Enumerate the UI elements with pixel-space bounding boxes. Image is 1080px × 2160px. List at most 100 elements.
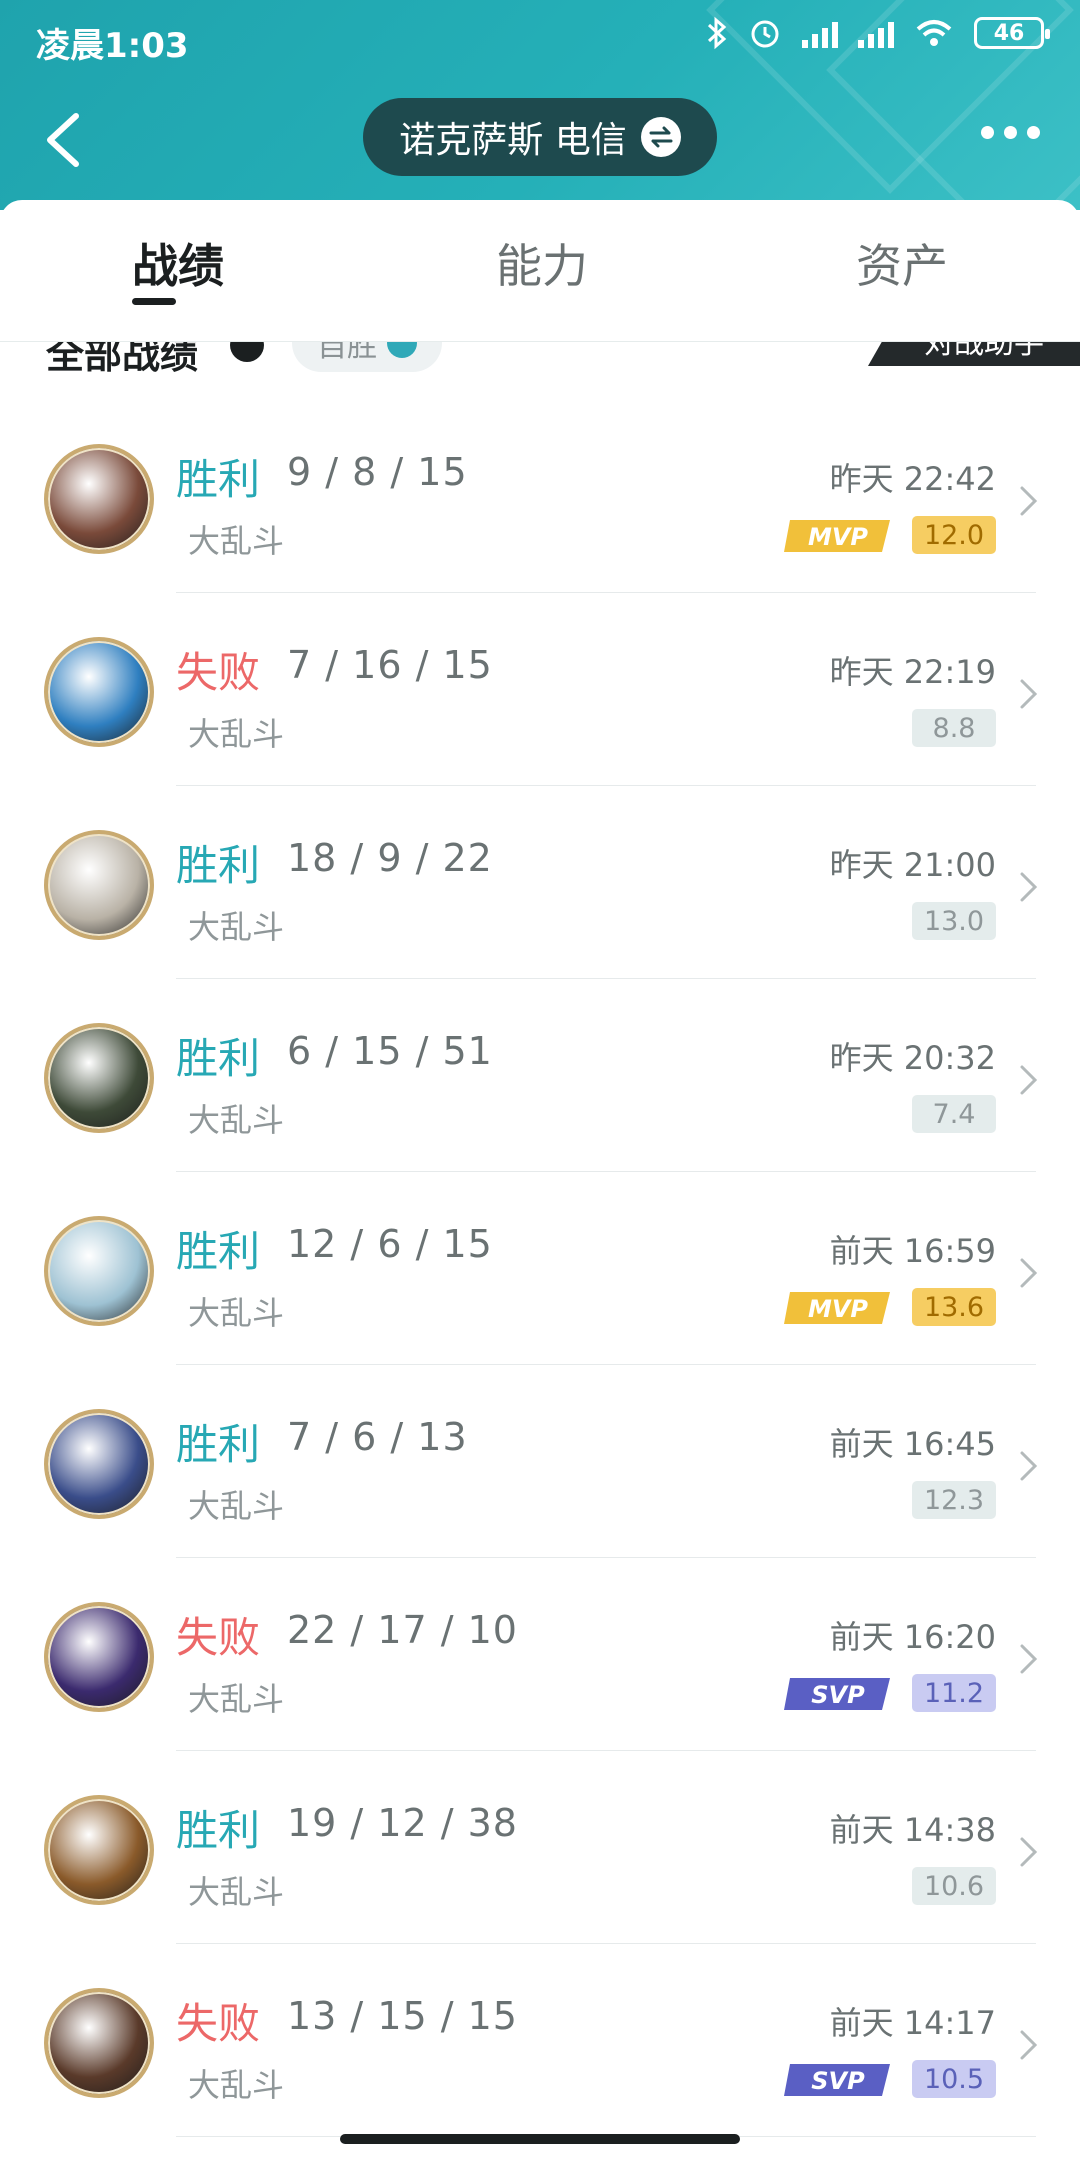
match-result: 失败 [176, 648, 261, 697]
match-mode: 大乱斗 [188, 908, 285, 946]
match-score: 10.5 [912, 2060, 996, 2098]
status-icons: 46 [706, 16, 1050, 50]
tab-ability[interactable]: 能力 [496, 230, 588, 296]
match-row[interactable]: 胜利 19 / 12 / 38 大乱斗 前天 14:38 10.6 [0, 1751, 1080, 1944]
match-result: 胜利 [176, 1227, 261, 1276]
match-kda: 9 / 8 / 15 [287, 450, 468, 494]
champion-avatar [44, 1409, 154, 1519]
match-mode: 大乱斗 [188, 2066, 285, 2104]
status-time: 凌晨1:03 [36, 26, 189, 66]
battery-icon: 46 [974, 17, 1050, 49]
match-kda: 12 / 6 / 15 [287, 1222, 493, 1266]
match-score: 11.2 [912, 1674, 996, 1712]
match-row[interactable]: 失败 13 / 15 / 15 大乱斗 前天 14:17 SVP 10.5 [0, 1944, 1080, 2137]
chevron-right-icon [1020, 679, 1038, 709]
champion-avatar [44, 830, 154, 940]
badge-label: SVP [811, 1681, 865, 1709]
wifi-icon [916, 20, 952, 46]
swap-icon [640, 117, 681, 157]
bluetooth-icon [707, 16, 727, 50]
match-result: 失败 [176, 1613, 261, 1662]
match-row[interactable]: 胜利 7 / 6 / 13 大乱斗 前天 16:45 12.3 [0, 1365, 1080, 1558]
match-score: 12.3 [912, 1481, 996, 1519]
chevron-right-icon [1020, 1258, 1038, 1288]
svp-badge-icon: SVP [784, 1678, 890, 1710]
match-score: 10.6 [912, 1867, 996, 1905]
badge-label: MVP [808, 523, 868, 551]
match-row[interactable]: 失败 7 / 16 / 15 大乱斗 昨天 22:19 8.8 [0, 593, 1080, 786]
match-time: 前天 16:59 [829, 1232, 996, 1270]
match-kda: 6 / 15 / 51 [287, 1029, 493, 1073]
match-row[interactable]: 胜利 9 / 8 / 15 大乱斗 昨天 22:42 MVP 12.0 [0, 400, 1080, 593]
match-kda: 13 / 15 / 15 [287, 1994, 518, 2038]
home-indicator[interactable] [340, 2134, 740, 2144]
signal-icon [802, 18, 838, 48]
match-result: 胜利 [176, 841, 261, 890]
match-result: 胜利 [176, 1420, 261, 1469]
mvp-badge-icon: MVP [784, 520, 890, 552]
top-header: 凌晨1:03 46 诺克萨斯 电信 [0, 0, 1080, 210]
match-kda: 22 / 17 / 10 [287, 1608, 518, 1652]
match-score: 7.4 [912, 1095, 996, 1133]
server-switch-button[interactable]: 诺克萨斯 电信 [363, 98, 717, 176]
chevron-right-icon [1020, 1065, 1038, 1095]
tab-records[interactable]: 战绩 [132, 230, 224, 296]
match-row[interactable]: 胜利 18 / 9 / 22 大乱斗 昨天 21:00 13.0 [0, 786, 1080, 979]
svp-badge-icon: SVP [784, 2064, 890, 2096]
champion-avatar [44, 444, 154, 554]
match-mode: 大乱斗 [188, 1487, 285, 1525]
match-row[interactable]: 失败 22 / 17 / 10 大乱斗 前天 16:20 SVP 11.2 [0, 1558, 1080, 1751]
badge-label: MVP [808, 1295, 868, 1323]
match-mode: 大乱斗 [188, 1294, 285, 1332]
champion-avatar [44, 1023, 154, 1133]
match-mode: 大乱斗 [188, 1680, 285, 1718]
tab-assets[interactable]: 资产 [856, 230, 948, 296]
match-time: 昨天 21:00 [829, 846, 996, 884]
match-result: 胜利 [176, 1806, 261, 1855]
more-options-icon[interactable] [981, 126, 1040, 139]
match-mode: 大乱斗 [188, 522, 285, 560]
match-time: 前天 14:17 [829, 2004, 996, 2042]
chevron-right-icon [1020, 872, 1038, 902]
match-time: 前天 16:45 [829, 1425, 996, 1463]
champion-avatar [44, 1795, 154, 1905]
match-score: 8.8 [912, 709, 996, 747]
match-result: 胜利 [176, 1034, 261, 1083]
server-label: 诺克萨斯 电信 [399, 120, 627, 161]
match-kda: 19 / 12 / 38 [287, 1801, 518, 1845]
battery-level: 46 [993, 20, 1025, 46]
match-mode: 大乱斗 [188, 715, 285, 753]
champion-avatar [44, 1988, 154, 2098]
match-row[interactable]: 胜利 12 / 6 / 15 大乱斗 前天 16:59 MVP 13.6 [0, 1172, 1080, 1365]
chevron-right-icon [1020, 1451, 1038, 1481]
match-time: 前天 14:38 [829, 1811, 996, 1849]
match-kda: 7 / 16 / 15 [287, 643, 493, 687]
match-score: 12.0 [912, 516, 996, 554]
match-mode: 大乱斗 [188, 1101, 285, 1139]
champion-avatar [44, 1602, 154, 1712]
back-arrow-icon[interactable] [40, 110, 90, 170]
alarm-icon [751, 20, 779, 48]
match-score: 13.0 [912, 902, 996, 940]
tab-active-indicator [132, 298, 176, 305]
champion-avatar [44, 1216, 154, 1326]
match-kda: 7 / 6 / 13 [287, 1415, 468, 1459]
match-score: 13.6 [912, 1288, 996, 1326]
tab-bar: 战绩 能力 资产 [0, 200, 1080, 342]
chevron-right-icon [1020, 2030, 1038, 2060]
match-time: 昨天 22:19 [829, 653, 996, 691]
match-result: 失败 [176, 1999, 261, 2048]
match-row[interactable]: 胜利 6 / 15 / 51 大乱斗 昨天 20:32 7.4 [0, 979, 1080, 1172]
chevron-right-icon [1020, 486, 1038, 516]
match-time: 昨天 20:32 [829, 1039, 996, 1077]
match-time: 昨天 22:42 [829, 460, 996, 498]
chevron-right-icon [1020, 1837, 1038, 1867]
status-bar: 凌晨1:03 46 [0, 0, 1080, 76]
match-kda: 18 / 9 / 22 [287, 836, 493, 880]
champion-avatar [44, 637, 154, 747]
match-mode: 大乱斗 [188, 1873, 285, 1911]
match-time: 前天 16:20 [829, 1618, 996, 1656]
hd-signal-icon [858, 18, 894, 48]
chevron-right-icon [1020, 1644, 1038, 1674]
badge-label: SVP [811, 2067, 865, 2095]
